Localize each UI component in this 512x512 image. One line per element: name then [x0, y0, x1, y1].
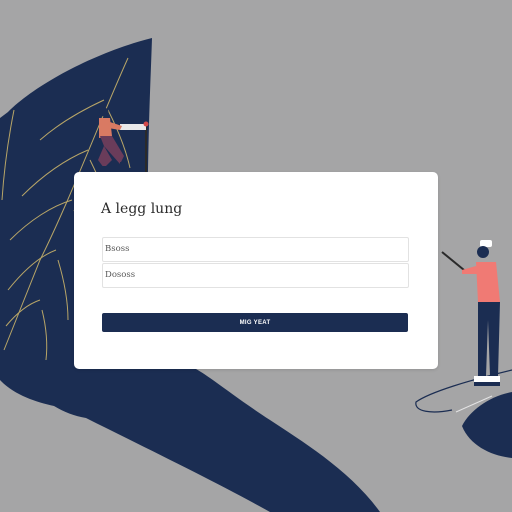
- submit-button[interactable]: MIG YEAT: [102, 313, 408, 332]
- small-leaf-shape: [462, 392, 512, 458]
- person-figure-right: [441, 240, 500, 386]
- first-field-placeholder: Bsoss: [105, 244, 130, 254]
- login-card: A legg lung Bsoss Dososs MIG YEAT: [74, 172, 438, 369]
- second-input-field[interactable]: Dososs: [102, 263, 409, 288]
- first-input-field[interactable]: Bsoss: [102, 237, 409, 262]
- second-field-placeholder: Dososs: [105, 270, 136, 280]
- card-title: A legg lung: [101, 201, 183, 217]
